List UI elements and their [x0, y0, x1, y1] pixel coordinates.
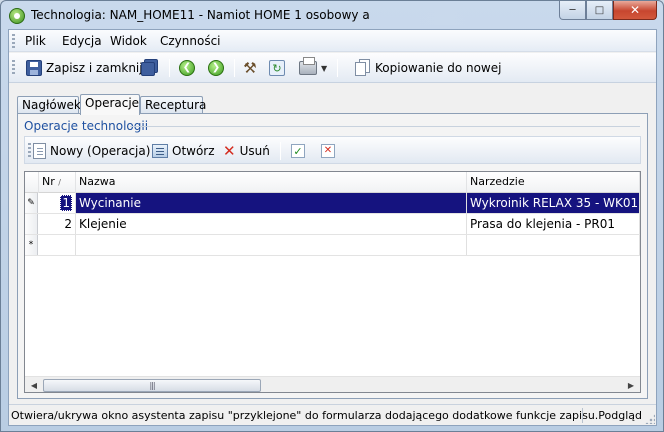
save-close-label: Zapisz i zamknij [46, 61, 143, 75]
scroll-left-icon[interactable]: ◀ [27, 379, 41, 392]
sort-indicator: / [58, 178, 61, 187]
edit-indicator-icon: ✎ [25, 193, 38, 213]
title-bar[interactable]: Technologia: NAM_HOME11 - Namiot HOME 1 … [1, 1, 663, 29]
open-button[interactable]: Otwórz [152, 141, 215, 161]
chevron-down-icon[interactable]: ▼ [321, 64, 327, 73]
new-operation-label: Nowy (Operacja) [50, 144, 151, 158]
cell-narzedzie[interactable]: Prasa do klejenia - PR01 [467, 214, 640, 234]
menu-edycja[interactable]: Edycja [62, 34, 102, 48]
new-operation-button[interactable]: Nowy (Operacja) [33, 141, 150, 161]
printer-icon [299, 57, 317, 75]
save-as-icon [141, 59, 159, 77]
cell-nr[interactable]: 1 [39, 193, 76, 213]
main-toolbar: Zapisz i zamknij ❮ ❯ ⚒ ↻ ▼ Kopiowanie do… [9, 53, 656, 83]
new-row-icon: * [25, 235, 38, 255]
scroll-right-icon[interactable]: ▶ [624, 379, 638, 392]
operations-toolbar: Nowy (Operacja) Otwórz ✕ Usuń ✓ ✕ [24, 136, 641, 164]
refresh-button[interactable]: ↻ [269, 57, 285, 79]
resize-grip[interactable] [645, 414, 655, 424]
delete-icon: ✕ [223, 141, 236, 160]
column-header-narzedzie[interactable]: Narzedzie [467, 172, 640, 193]
refresh-icon: ↻ [269, 60, 285, 76]
copy-new-button[interactable]: Kopiowanie do nowej [355, 57, 501, 79]
menu-plik[interactable]: Plik [25, 34, 46, 48]
column-header-nr[interactable]: Nr / [39, 172, 76, 193]
table-row[interactable]: 2 Klejenie Prasa do klejenia - PR01 [25, 214, 640, 235]
check-icon: ✓ [291, 144, 305, 158]
cell-nr[interactable]: 2 [39, 214, 76, 234]
open-form-icon [152, 144, 168, 158]
operations-grid[interactable]: Nr / Nazwa Narzedzie ✎ 1 Wycinanie Wykro… [24, 171, 641, 393]
client-area: Plik Edycja Widok Czynności Zapisz i zam… [8, 29, 657, 426]
accept-button[interactable]: ✓ [291, 141, 305, 161]
print-button[interactable]: ▼ [299, 57, 327, 79]
application-window: Technologia: NAM_HOME11 - Namiot HOME 1 … [0, 0, 664, 432]
tab-operacje[interactable]: Operacje [80, 94, 140, 115]
grid-header: Nr / Nazwa Narzedzie [25, 172, 640, 193]
tools-button[interactable]: ⚒ [241, 57, 259, 79]
delete-button[interactable]: ✕ Usuń [223, 141, 270, 161]
open-label: Otwórz [172, 144, 215, 158]
column-header-nazwa[interactable]: Nazwa [76, 172, 467, 193]
row-indicator [25, 214, 38, 234]
back-button[interactable]: ❮ [179, 57, 195, 79]
horizontal-scrollbar[interactable]: ◀ ||| ▶ [25, 376, 640, 392]
arrow-left-icon: ❮ [179, 60, 195, 76]
copy-new-label: Kopiowanie do nowej [375, 61, 502, 75]
operations-panel: Operacje technologii Nowy (Operacja) Otw… [17, 113, 648, 399]
menu-czynnosci[interactable]: Czynności [160, 34, 221, 48]
status-mode: Podgląd [598, 409, 642, 422]
tools-icon: ⚒ [243, 59, 257, 77]
forward-button[interactable]: ❯ [208, 57, 224, 79]
status-bar: Otwiera/ukrywa okno asystenta zapisu "pr… [9, 404, 656, 425]
scroll-thumb[interactable]: ||| [43, 379, 261, 392]
tab-receptura[interactable]: Receptura [140, 96, 206, 114]
minimize-button[interactable]: ─ [559, 1, 586, 20]
tab-naglowek[interactable]: Nagłówek [17, 96, 81, 114]
cell-nazwa[interactable]: Wycinanie [76, 193, 467, 213]
menu-bar: Plik Edycja Widok Czynności [9, 30, 656, 52]
close-button[interactable]: ✕ [613, 1, 657, 20]
copy-icon [355, 59, 371, 77]
cell-narzedzie[interactable]: Wykroinik RELAX 35 - WK01... [467, 193, 640, 213]
cancel-icon: ✕ [321, 144, 335, 158]
app-icon[interactable] [9, 8, 25, 24]
save-close-button[interactable]: Zapisz i zamknij [26, 57, 143, 79]
save-as-button[interactable] [141, 57, 159, 79]
status-message: Otwiera/ukrywa okno asystenta zapisu "pr… [11, 409, 599, 422]
table-row[interactable]: ✎ 1 Wycinanie Wykroinik RELAX 35 - WK01.… [25, 193, 640, 214]
new-row[interactable]: * [25, 235, 640, 256]
arrow-right-icon: ❯ [208, 60, 224, 76]
delete-label: Usuń [239, 144, 270, 158]
menu-widok[interactable]: Widok [110, 34, 147, 48]
save-icon [26, 60, 42, 76]
maximize-button[interactable]: □ [586, 1, 613, 20]
cell-nazwa[interactable]: Klejenie [76, 214, 467, 234]
new-document-icon [33, 143, 46, 159]
cancel-button[interactable]: ✕ [321, 141, 335, 161]
